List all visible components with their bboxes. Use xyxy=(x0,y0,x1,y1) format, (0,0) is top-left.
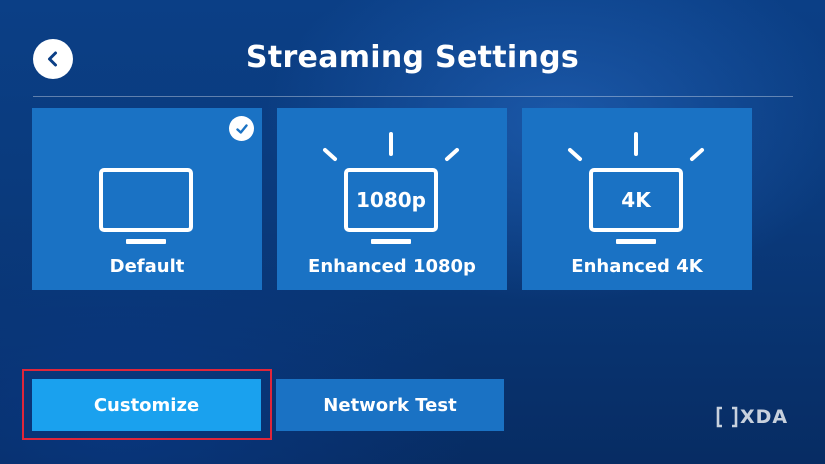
page-title: Streaming Settings xyxy=(245,40,580,75)
screen-text-1080p: 1080p xyxy=(356,188,426,212)
customize-button[interactable]: Customize xyxy=(32,379,261,431)
preset-default-label: Default xyxy=(109,256,185,277)
xda-logo-icon xyxy=(716,406,738,428)
xda-watermark: XDA xyxy=(716,404,788,430)
network-test-button[interactable]: Network Test xyxy=(276,379,504,431)
preset-4k-tile[interactable]: 4K Enhanced 4K xyxy=(522,108,752,290)
preset-default-tile[interactable]: Default xyxy=(32,108,262,290)
screen-text-4k: 4K xyxy=(621,188,651,212)
preset-4k-label: Enhanced 4K xyxy=(571,256,703,277)
watermark-text: XDA xyxy=(740,406,789,428)
header-divider xyxy=(33,96,793,97)
selected-check-icon xyxy=(229,116,254,141)
preset-1080p-label: Enhanced 1080p xyxy=(308,256,476,277)
preset-1080p-tile[interactable]: 1080p Enhanced 1080p xyxy=(277,108,507,290)
